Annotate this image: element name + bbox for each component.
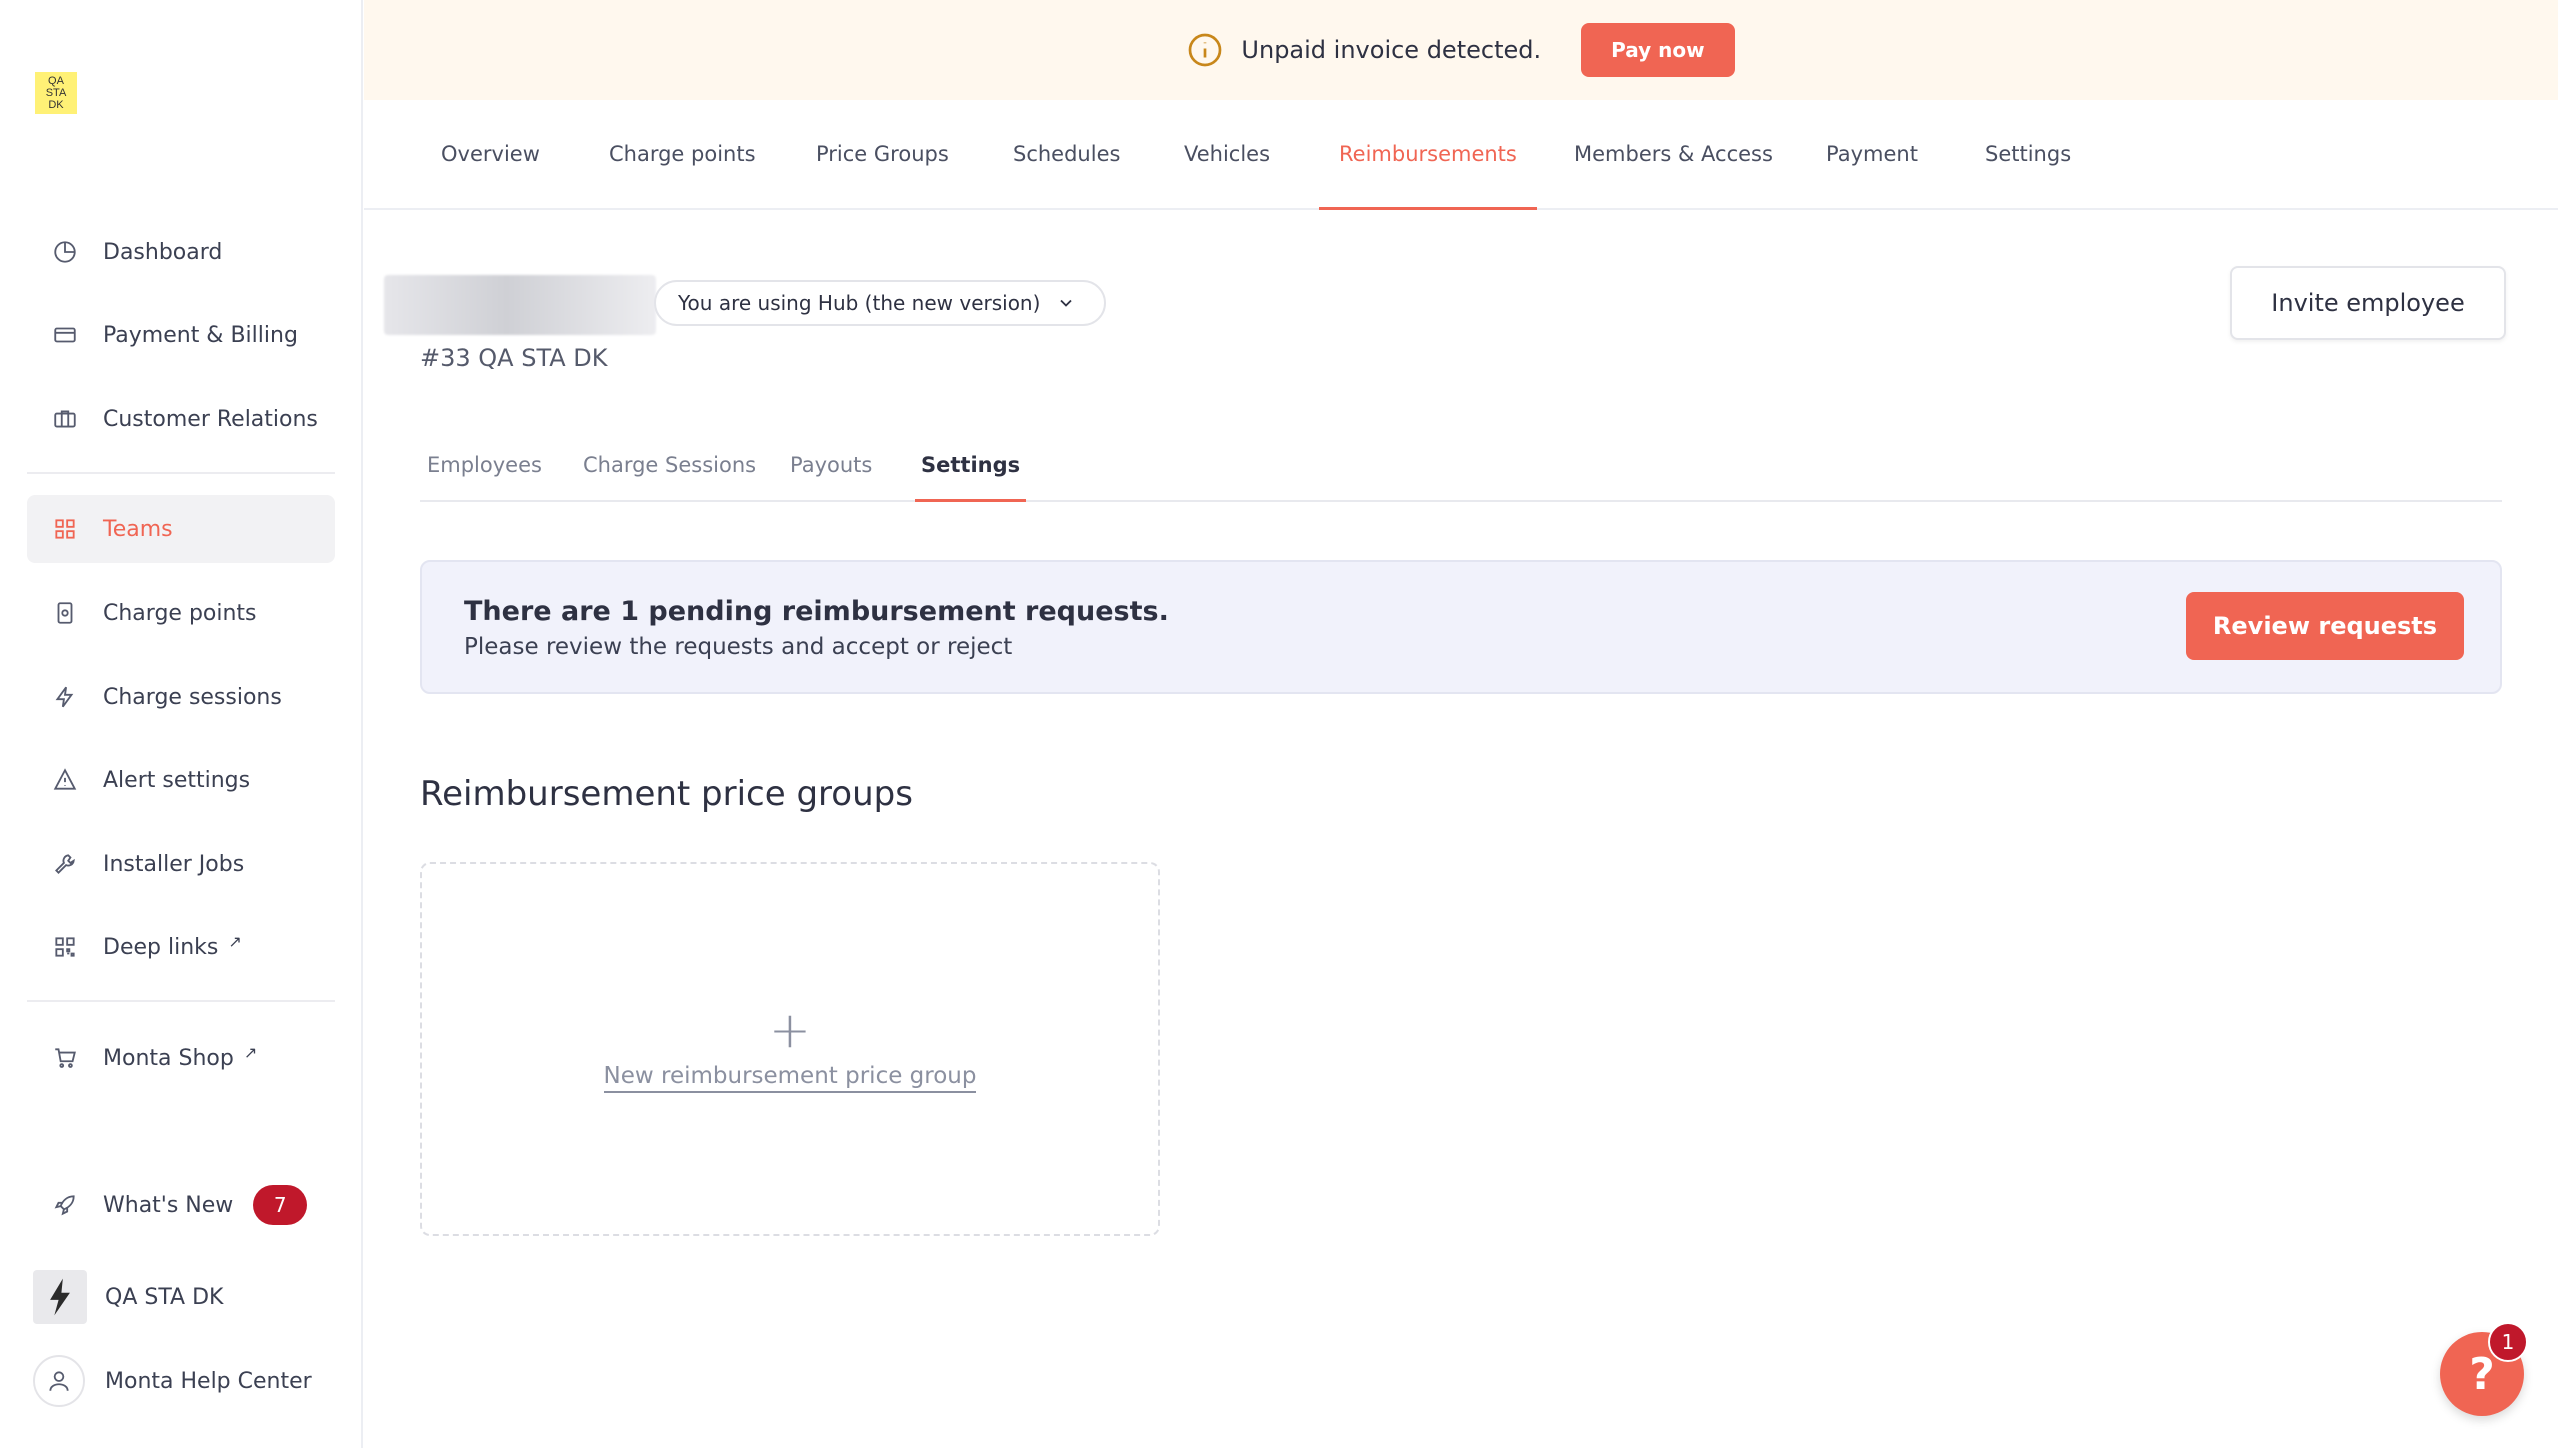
hub-version-dropdown[interactable]: You are using Hub (the new version)	[654, 280, 1107, 326]
sidebar-item-label: QA STA DK	[105, 1284, 224, 1310]
org-avatar	[33, 1270, 87, 1324]
tab-settings[interactable]: Settings	[1985, 100, 2071, 208]
briefcase-icon	[27, 406, 95, 432]
unpaid-invoice-banner: Unpaid invoice detected. Pay now	[364, 0, 2558, 100]
subtab-payouts[interactable]: Payouts	[790, 430, 872, 500]
sidebar-item-dashboard[interactable]: Dashboard	[27, 218, 335, 286]
sidebar-item-label: Alert settings	[103, 767, 251, 793]
qr-code-icon	[27, 934, 95, 960]
hub-version-label: You are using Hub (the new version)	[678, 291, 1041, 315]
sidebar-item-label: Installer Jobs	[103, 851, 245, 877]
subtab-employees[interactable]: Employees	[427, 430, 542, 500]
lightning-icon	[27, 684, 95, 710]
user-avatar	[33, 1355, 85, 1407]
tab-vehicles[interactable]: Vehicles	[1184, 100, 1270, 208]
org-logo-text: QA STA DK	[45, 75, 67, 111]
lightning-icon	[50, 1278, 70, 1316]
active-subtab-indicator	[915, 499, 1027, 502]
sidebar: QA STA DK Dashboard Payment & Billing Cu…	[0, 0, 363, 1448]
team-subtabs: Employees Charge Sessions Payouts Settin…	[420, 430, 2502, 502]
sidebar-item-label: Deep links	[103, 934, 219, 960]
help-notification-badge: 1	[2488, 1322, 2528, 1362]
redacted-team-name	[384, 275, 656, 335]
charger-icon	[27, 600, 95, 626]
org-id-label: #33 QA STA DK	[420, 344, 608, 372]
credit-card-icon	[27, 322, 95, 348]
sidebar-divider	[27, 1000, 335, 1002]
invite-employee-button[interactable]: Invite employee	[2230, 266, 2506, 340]
rocket-icon	[27, 1192, 95, 1218]
sidebar-item-alert-settings[interactable]: Alert settings	[27, 746, 335, 814]
tab-charge-points[interactable]: Charge points	[609, 100, 756, 208]
org-logo[interactable]: QA STA DK	[35, 72, 77, 114]
sidebar-item-monta-shop[interactable]: Monta Shop ↗	[27, 1024, 335, 1092]
sidebar-item-label: Payment & Billing	[103, 322, 298, 348]
sidebar-item-label: Monta Shop	[103, 1045, 234, 1071]
tab-reimbursements[interactable]: Reimbursements	[1319, 100, 1537, 210]
subtab-settings[interactable]: Settings	[915, 430, 1027, 502]
cart-icon	[27, 1045, 95, 1071]
grid-icon	[27, 516, 95, 542]
tab-overview[interactable]: Overview	[441, 100, 540, 208]
chevron-down-icon	[1060, 299, 1073, 307]
sidebar-item-label: Customer Relations	[103, 406, 318, 432]
whats-new-badge: 7	[253, 1185, 308, 1225]
sidebar-item-organization[interactable]: QA STA DK	[33, 1263, 341, 1331]
sidebar-item-charge-points[interactable]: Charge points	[27, 579, 335, 647]
sidebar-item-label: Dashboard	[103, 239, 223, 265]
sidebar-item-payment-billing[interactable]: Payment & Billing	[27, 301, 335, 369]
new-price-group-link[interactable]: New reimbursement price group	[603, 1063, 977, 1093]
sidebar-item-label: Charge points	[103, 600, 257, 626]
new-price-group-card[interactable]: + New reimbursement price group	[420, 862, 1160, 1236]
tab-members-access[interactable]: Members & Access	[1574, 100, 1773, 208]
sidebar-item-label: Teams	[103, 516, 173, 542]
sidebar-item-installer-jobs[interactable]: Installer Jobs	[27, 830, 335, 898]
pie-chart-icon	[27, 239, 95, 265]
alert-bell-icon	[27, 767, 95, 793]
pending-title: There are 1 pending reimbursement reques…	[464, 596, 1169, 627]
tab-schedules[interactable]: Schedules	[1013, 100, 1120, 208]
tab-payment[interactable]: Payment	[1826, 100, 1918, 208]
sidebar-item-whats-new[interactable]: What's New 7	[27, 1171, 335, 1239]
sidebar-item-deep-links[interactable]: Deep links ↗	[27, 913, 335, 981]
subtab-label: Settings	[921, 453, 1021, 477]
sidebar-item-teams[interactable]: Teams	[27, 495, 335, 563]
external-link-icon: ↗	[243, 1042, 258, 1062]
sidebar-item-label: What's New	[103, 1192, 234, 1218]
info-icon	[1189, 33, 1222, 67]
pending-requests-card: There are 1 pending reimbursement reques…	[420, 560, 2502, 694]
plus-icon: +	[769, 1001, 811, 1059]
sidebar-item-label: Monta Help Center	[105, 1368, 312, 1394]
sidebar-item-help-center[interactable]: Monta Help Center	[33, 1347, 341, 1415]
external-link-icon: ↗	[228, 931, 242, 951]
pending-description: Please review the requests and accept or…	[464, 634, 1013, 660]
section-title: Reimbursement price groups	[420, 774, 913, 814]
sidebar-item-customer-relations[interactable]: Customer Relations	[27, 385, 335, 453]
tab-price-groups[interactable]: Price Groups	[816, 100, 949, 208]
sidebar-divider	[27, 472, 335, 474]
active-tab-indicator	[1319, 207, 1537, 210]
user-icon	[49, 1371, 69, 1391]
review-requests-button[interactable]: Review requests	[2186, 592, 2464, 660]
top-nav: Overview Charge points Price Groups Sche…	[364, 100, 2558, 210]
sidebar-item-label: Charge sessions	[103, 684, 282, 710]
wrench-icon	[27, 851, 95, 877]
subtab-charge-sessions[interactable]: Charge Sessions	[583, 430, 756, 500]
sidebar-item-charge-sessions[interactable]: Charge sessions	[27, 663, 335, 731]
pay-now-button[interactable]: Pay now	[1581, 23, 1735, 77]
banner-message: Unpaid invoice detected.	[1241, 36, 1542, 64]
tab-label: Reimbursements	[1339, 142, 1517, 166]
